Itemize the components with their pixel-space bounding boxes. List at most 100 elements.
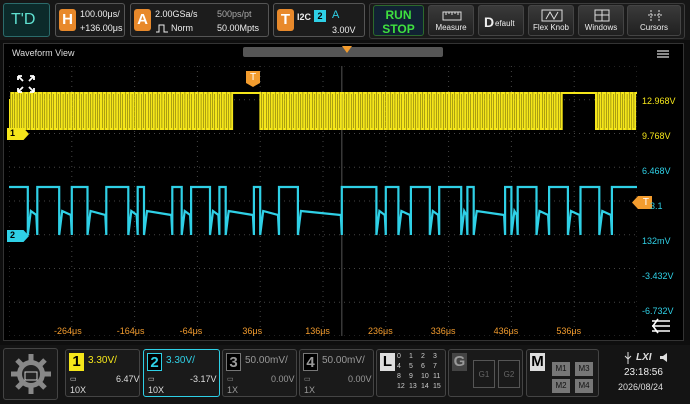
clock-time: 23:18:56 <box>624 367 663 378</box>
time-label: 136μs <box>305 326 330 336</box>
horizontal-badge: H <box>59 9 76 31</box>
stop-label: STOP <box>382 22 415 36</box>
volt-label: 3.1 <box>650 201 663 211</box>
ch2-scale: 3.30V/ <box>166 355 195 366</box>
time-label: -164μs <box>116 326 145 336</box>
ch4-scale: 50.00mV/ <box>322 355 365 366</box>
ch2-offset: -3.17V <box>190 374 217 384</box>
time-label: 236μs <box>368 326 393 336</box>
m1-button[interactable]: M1 <box>552 362 570 376</box>
lxi-label: LXI <box>636 352 652 363</box>
g2-button[interactable]: G2 <box>498 360 520 388</box>
logic-channel[interactable]: 9 <box>409 373 413 380</box>
measure-label: Measure <box>435 23 467 32</box>
ch1-number: 1 <box>69 353 84 371</box>
ch2-probe: 10X <box>148 385 165 395</box>
logic-channel[interactable]: 11 <box>433 373 440 380</box>
logic-channel[interactable]: 14 <box>421 383 429 390</box>
volt-label: -3.432V <box>642 271 674 281</box>
logic-channel[interactable]: 8 <box>397 373 401 380</box>
logic-channel[interactable]: 5 <box>409 363 413 370</box>
run-label: RUN <box>385 8 412 22</box>
ch2-coupling-icon: ▭ <box>148 376 155 383</box>
volt-label: 12.968V <box>642 96 676 106</box>
cursors-button[interactable]: Cursors <box>627 5 681 36</box>
channel-1-panel[interactable]: 1 3.30V/ ▭ 6.47V 10X <box>65 349 140 397</box>
home-logo-button[interactable]: T'D <box>3 3 50 37</box>
m3-button[interactable]: M3 <box>575 362 593 376</box>
logic-channel[interactable]: 12 <box>397 383 405 390</box>
windows-button[interactable]: Windows <box>578 5 624 36</box>
logic-channel[interactable]: 1 <box>409 353 413 360</box>
logic-channel[interactable]: 3 <box>433 353 437 360</box>
usb-icon <box>624 352 632 364</box>
logic-channel[interactable]: 13 <box>409 383 417 390</box>
logic-channel[interactable]: 0 <box>397 353 401 360</box>
logic-channel[interactable]: 2 <box>421 353 425 360</box>
m2-button[interactable]: M2 <box>552 379 570 393</box>
acquire-panel[interactable]: A 2.00GSa/s 500ps/pt Norm 50.00Mpts <box>130 3 269 37</box>
time-label: -64μs <box>179 326 203 336</box>
generator-panel[interactable]: G G1 G2 <box>448 349 523 397</box>
ch3-offset: 0.00V <box>271 374 295 384</box>
logic-channel[interactable]: 10 <box>421 373 429 380</box>
run-stop-button[interactable]: RUN STOP <box>373 5 424 36</box>
channel-4-panel[interactable]: 4 50.00mV/ ▭ 0.00V 1X <box>299 349 374 397</box>
trigger-edge: A <box>332 9 340 21</box>
memory-depth: 50.00Mpts <box>217 23 260 33</box>
menu-icon[interactable] <box>656 49 670 59</box>
channel-3-panel[interactable]: 3 50.00mV/ ▭ 0.00V 1X <box>222 349 297 397</box>
main-menu-button[interactable] <box>3 348 58 400</box>
flex-knob-label: Flex Knob <box>532 23 570 32</box>
waveform-view[interactable]: Waveform View 1 2 T T 12.968V 9.768V 6.468… <box>3 43 684 341</box>
logic-channel[interactable]: 15 <box>433 383 441 390</box>
ch3-number: 3 <box>226 353 241 371</box>
bottom-bar: 1 3.30V/ ▭ 6.47V 10X 2 3.30V/ ▭ -3.17V 1… <box>0 345 690 404</box>
default-button[interactable]: D efault <box>478 5 524 36</box>
time-label: -264μs <box>54 326 82 336</box>
cursors-label: Cursors <box>639 23 668 32</box>
trigger-panel[interactable]: T I2C 2 A 3.00V <box>273 3 365 37</box>
ch1-coupling-icon: ▭ <box>70 376 77 383</box>
clock-date: 2026/08/24 <box>618 382 664 392</box>
flex-knob-button[interactable]: Flex Knob <box>528 5 574 36</box>
trigger-badge: T <box>277 9 294 31</box>
horizontal-panel[interactable]: H 100.00μs/ +136.00μs <box>55 3 125 37</box>
volt-label: 6.468V <box>642 166 671 176</box>
logic-channel[interactable]: 6 <box>421 363 425 370</box>
m4-button[interactable]: M4 <box>575 379 593 393</box>
ch3-scale: 50.00mV/ <box>245 355 288 366</box>
g1-button[interactable]: G1 <box>473 360 495 388</box>
ch3-coupling-icon: ▭ <box>227 376 234 383</box>
speaker-icon[interactable] <box>659 352 671 363</box>
flex-knob-icon <box>541 9 563 22</box>
ch4-number: 4 <box>303 353 318 371</box>
ch4-offset: 0.00V <box>348 374 372 384</box>
logic-panel[interactable]: L 0 1 2 3 4 5 6 7 8 9 10 11 12 13 14 15 <box>376 349 446 397</box>
ch1-marker-label: 1 <box>10 128 16 138</box>
cursors-icon <box>648 10 662 21</box>
ch2-marker-label: 2 <box>10 230 16 240</box>
ruler-icon <box>442 11 462 21</box>
fullscreen-icon[interactable] <box>16 74 36 94</box>
volt-label: 132mV <box>642 236 671 246</box>
acquire-mode: Norm <box>171 23 193 33</box>
channel-2-panel[interactable]: 2 3.30V/ ▭ -3.17V 10X <box>143 349 220 397</box>
timebase-value: 100.00μs/ <box>80 9 120 19</box>
acquire-badge: A <box>134 9 151 31</box>
status-area: LXI 23:18:56 2026/08/24 <box>602 349 687 399</box>
waveform-grid[interactable] <box>9 66 637 336</box>
ch1-scale: 3.30V/ <box>88 355 117 366</box>
windows-label: Windows <box>584 23 618 32</box>
logic-channel[interactable]: 7 <box>433 363 437 370</box>
measure-button[interactable]: Measure <box>428 5 474 36</box>
trigger-level: 3.00V <box>332 25 356 35</box>
ch1-waveform <box>9 92 637 130</box>
logic-channel[interactable]: 4 <box>397 363 401 370</box>
trigger-position-marker <box>342 46 352 53</box>
math-panel[interactable]: M M1 M3 M2 M4 <box>526 349 599 397</box>
time-label: 536μs <box>556 326 582 336</box>
logic-badge: L <box>380 353 395 371</box>
waveform-menu-icon[interactable] <box>650 317 672 335</box>
time-label: 436μs <box>493 326 519 336</box>
